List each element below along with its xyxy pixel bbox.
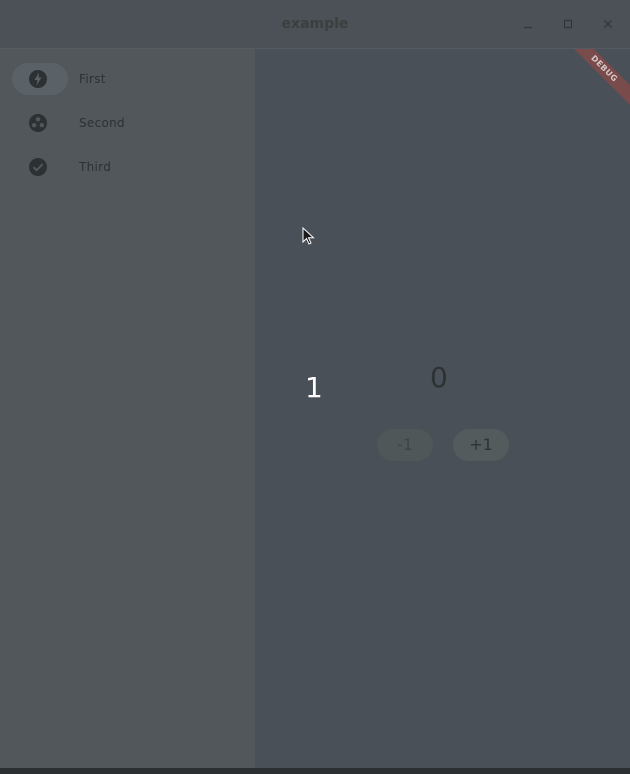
nav-label-second: Second: [79, 116, 125, 130]
flash-icon: [29, 70, 47, 88]
page-index-label: 1: [305, 371, 323, 404]
increment-button[interactable]: +1: [453, 429, 509, 461]
nav-label-third: Third: [79, 160, 112, 174]
nav-item-first[interactable]: First: [10, 63, 250, 99]
maximize-icon[interactable]: [558, 14, 578, 34]
nav-label-first: First: [79, 72, 106, 86]
soccer-ball-icon: [29, 114, 47, 132]
window-bottom-edge: [0, 768, 630, 774]
nav-item-third[interactable]: Third: [10, 151, 250, 187]
check-circle-icon: [29, 158, 47, 176]
decrement-button[interactable]: -1: [377, 429, 433, 461]
close-icon[interactable]: [598, 14, 618, 34]
minimize-icon[interactable]: [518, 14, 538, 34]
mouse-cursor-icon: [302, 227, 315, 245]
debug-banner: DEBUG: [560, 49, 630, 113]
title-bar[interactable]: example: [0, 0, 630, 49]
nav-item-second[interactable]: Second: [10, 107, 250, 143]
counter-value: 0: [430, 361, 448, 394]
main-content: DEBUG 1 0 -1 +1: [255, 49, 630, 768]
app-window: example First Second Third DEBUG 1 0 -1 …: [0, 0, 630, 774]
navigation-rail: First Second Third: [0, 49, 255, 768]
